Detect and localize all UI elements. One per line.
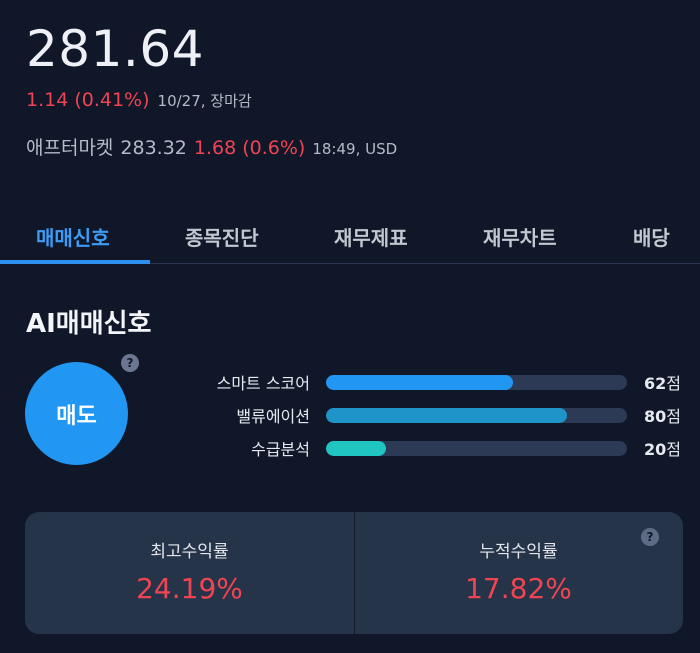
metric-smart-score: 스마트 스코어 62점	[0, 370, 700, 394]
active-tab-indicator	[0, 260, 150, 264]
tab-dividend[interactable]: 배당	[633, 222, 670, 251]
section-title: AI매매신호	[26, 309, 152, 339]
max-return-label: 최고수익률	[150, 542, 229, 562]
tab-stock-diagnosis[interactable]: 종목진단	[185, 222, 259, 251]
metric-supply-demand: 수급분석 20점	[0, 436, 700, 460]
metric-score: 62점	[644, 374, 681, 393]
metric-label: 수급분석	[251, 440, 310, 459]
price-date-status: 10/27, 장마감	[157, 92, 252, 110]
metric-valuation: 밸류에이션 80점	[0, 403, 700, 427]
metric-score: 80점	[644, 407, 681, 426]
tab-trading-signal[interactable]: 매매신호	[36, 222, 110, 251]
after-market-change: 1.68 (0.6%)	[193, 137, 306, 159]
metric-bar-track	[326, 375, 627, 390]
tab-financial-statements[interactable]: 재무제표	[334, 222, 408, 251]
stock-detail-page: 281.64 1.14 (0.41%) 10/27, 장마감 애프터마켓 283…	[0, 0, 700, 653]
metric-bar-fill	[326, 375, 513, 390]
returns-help-icon[interactable]: ?	[641, 528, 659, 546]
metric-bar-fill	[326, 408, 567, 423]
metric-score: 20점	[644, 440, 681, 459]
returns-card: 최고수익률 24.19% 누적수익률 17.82%	[25, 512, 683, 634]
tab-financial-chart[interactable]: 재무차트	[483, 222, 557, 251]
after-market-time-currency: 18:49, USD	[312, 140, 398, 158]
metric-label: 스마트 스코어	[216, 374, 310, 393]
max-return-value: 24.19%	[136, 572, 243, 605]
after-market-price: 283.32	[120, 137, 187, 159]
metric-bar-track	[326, 441, 627, 456]
cumulative-return-label: 누적수익률	[479, 542, 558, 562]
current-price: 281.64	[26, 20, 204, 78]
metric-label: 밸류에이션	[236, 407, 310, 426]
cumulative-return-stat: 누적수익률 17.82%	[354, 512, 683, 634]
after-market-label: 애프터마켓	[26, 137, 114, 159]
max-return-stat: 최고수익률 24.19%	[25, 512, 354, 634]
metric-bar-fill	[326, 441, 387, 456]
after-market-row: 애프터마켓 283.32 1.68 (0.6%) 18:49, USD	[26, 133, 397, 160]
price-change-row: 1.14 (0.41%) 10/27, 장마감	[26, 89, 252, 111]
cumulative-return-value: 17.82%	[465, 572, 572, 605]
metric-bar-track	[326, 408, 627, 423]
price-change: 1.14 (0.41%)	[26, 89, 150, 111]
